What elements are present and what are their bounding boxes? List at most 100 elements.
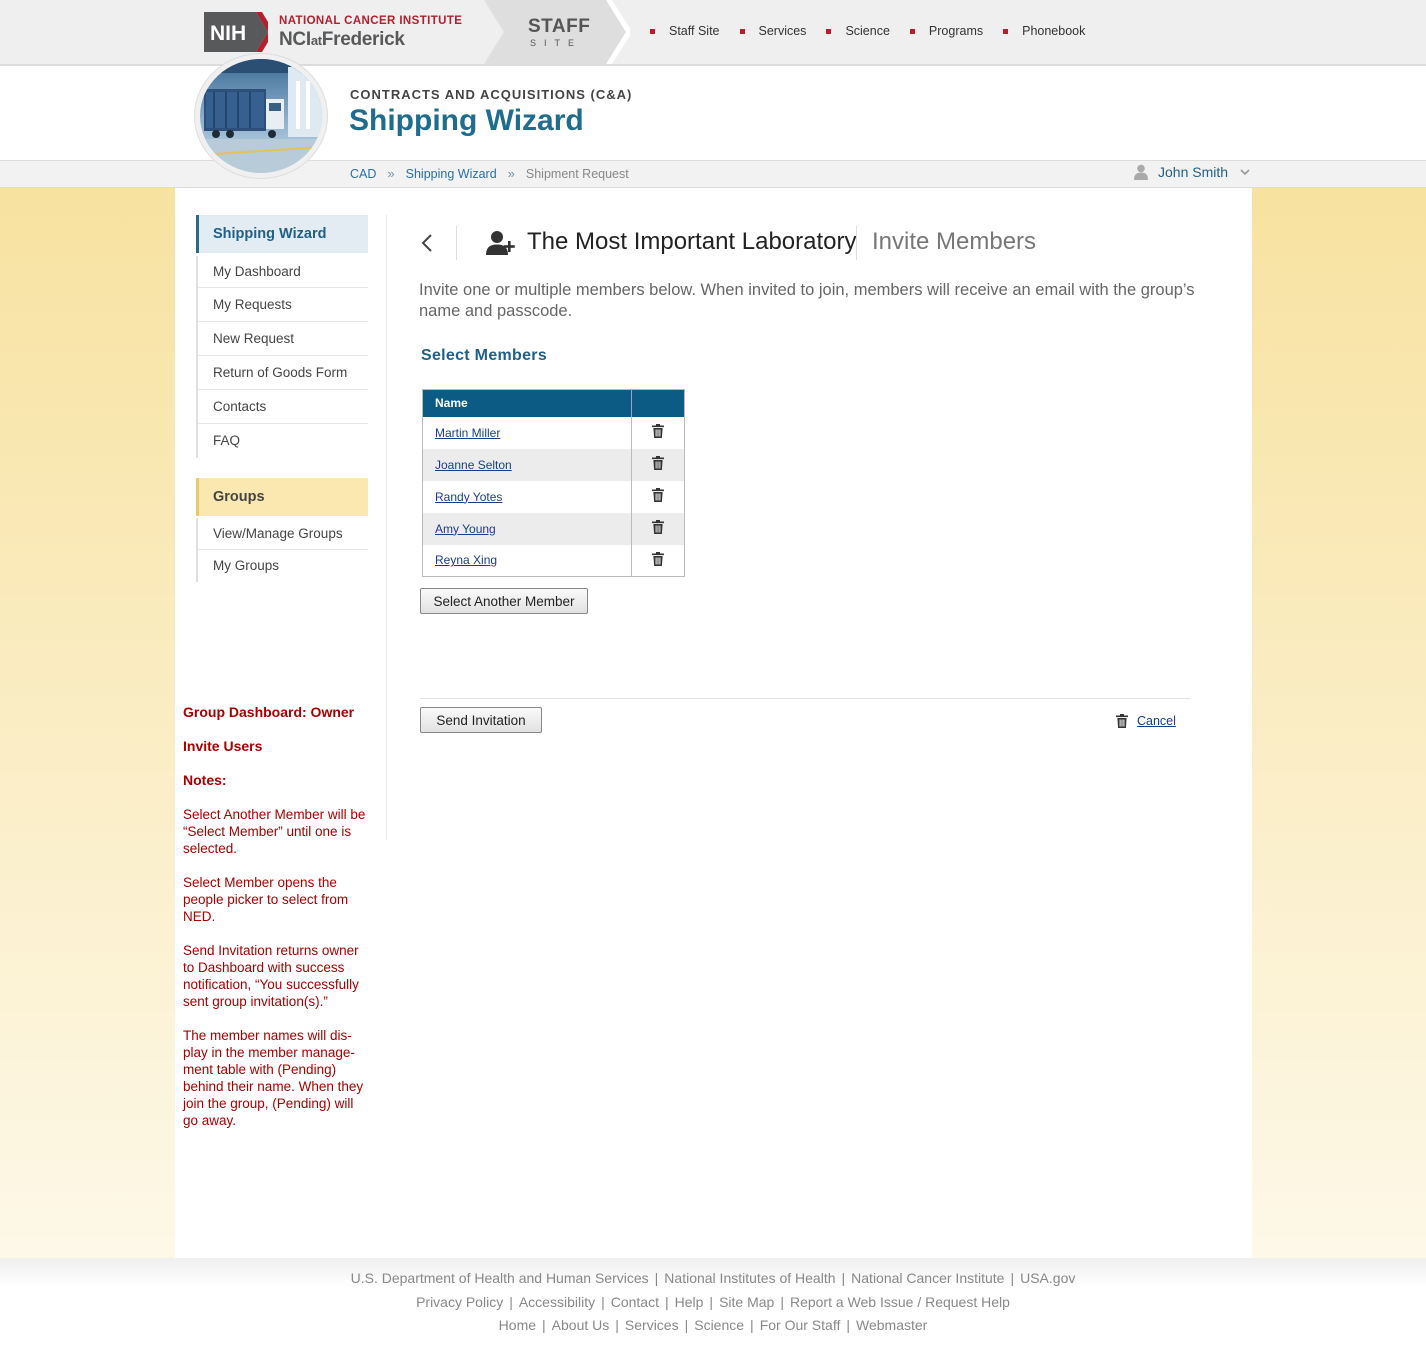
nav-services[interactable]: Services [739,24,806,38]
member-link[interactable]: Joanne Selton [435,458,512,472]
footer-link-usagov[interactable]: USA.gov [1020,1270,1075,1286]
sidebar-shipping-list: My Dashboard My Requests New Request Ret… [196,256,368,458]
nih-logo[interactable]: NIH [204,12,268,52]
footer-link-home[interactable]: Home [499,1317,536,1333]
group-name: The Most Important Laboratory [527,228,857,255]
footer-row-agencies: U.S. Department of Health and Human Serv… [0,1270,1426,1286]
member-link[interactable]: Amy Young [435,522,496,536]
member-cell: Reyna Xing [422,544,632,577]
header-warehouse-image [195,54,327,178]
table-row: Joanne Selton [422,448,685,481]
site-label: SITE [530,38,583,48]
footer-link-nih[interactable]: National Institutes of Health [664,1270,835,1286]
sidebar-groups-list: View/Manage Groups My Groups [196,518,368,582]
footer-separator: | [841,1270,846,1286]
note-paragraph: Select Member opens the people picker to… [183,875,349,924]
trash-icon[interactable] [652,551,664,566]
member-link[interactable]: Randy Yotes [435,490,502,504]
sidebar-item-return-of-goods[interactable]: Return of Goods Form [198,356,368,390]
table-row: Amy Young [422,512,685,545]
footer-link-help[interactable]: Help [675,1294,704,1310]
footer-separator: | [542,1317,546,1333]
footer-link-services[interactable]: Services [625,1317,679,1333]
member-link[interactable]: Martin Miller [435,426,500,440]
bullet-icon [826,28,832,34]
back-arrow-icon[interactable] [418,232,438,254]
sidebar-item-contacts[interactable]: Contacts [198,390,368,424]
footer-separator: | [601,1294,605,1310]
add-user-icon [486,231,515,255]
footer-row-policies: Privacy Policy | Accessibility | Contact | Hel… [0,1294,1426,1310]
footer-separator: | [654,1270,659,1286]
nci-frederick-name: NCIatFrederick [279,29,405,50]
footer-link-report-issue[interactable]: Report a Web Issue / Request Help [790,1294,1010,1310]
svg-text:NIH: NIH [210,22,246,45]
footer-link-for-our-staff[interactable]: For Our Staff [760,1317,841,1333]
sidebar-item-faq[interactable]: FAQ [198,424,368,458]
member-cell: Amy Young [422,512,632,545]
footer-link-accessibility[interactable]: Accessibility [519,1294,595,1310]
note-paragraph: Select Another Member will be “Select Me… [183,807,366,856]
column-header-actions [631,389,685,417]
trash-icon[interactable] [652,488,664,502]
breadcrumb-separator: » [387,166,395,181]
bullet-icon [1003,28,1009,34]
footer-separator: | [664,1294,669,1310]
sidebar-item-my-requests[interactable]: My Requests [198,288,368,322]
annotation-notes: Group Dashboard: Owner Invite Users Note… [183,704,371,1146]
sidebar-item-view-manage-groups[interactable]: View/Manage Groups [198,518,368,550]
column-header-name: Name [422,389,632,417]
notes-heading-notes: Notes: [183,772,227,788]
table-row: Randy Yotes [422,480,685,513]
cancel-action: Cancel [1116,714,1176,728]
footer-link-hhs[interactable]: U.S. Department of Health and Human Serv… [351,1270,649,1286]
user-name: John Smith [1158,164,1229,180]
nav-phonebook[interactable]: Phonebook [1003,24,1085,38]
title-divider [856,226,857,260]
breadcrumb-current: Shipment Request [525,166,629,181]
nav-programs[interactable]: Programs [909,24,983,38]
member-link[interactable]: Reyna Xing [435,553,497,567]
sidebar-heading-groups[interactable]: Groups [196,478,368,516]
action-cell [631,480,685,513]
table-row: Reyna Xing [422,544,685,577]
bullet-icon [909,28,915,34]
footer-link-science[interactable]: Science [694,1317,744,1333]
footer-link-nci[interactable]: National Cancer Institute [851,1270,1004,1286]
user-menu[interactable]: John Smith [1134,164,1250,180]
footer-separator: | [615,1317,619,1333]
trash-icon[interactable] [652,456,664,470]
members-table: Name Martin Miller Joanne Selton Randy Y… [422,389,685,577]
cancel-link[interactable]: Cancel [1137,714,1176,728]
footer-link-contact[interactable]: Contact [611,1294,659,1310]
footer-separator: | [846,1317,850,1333]
footer-link-about[interactable]: About Us [552,1317,610,1333]
top-navigation: Staff Site Services Science Programs Pho… [650,24,1105,38]
footer-link-sitemap[interactable]: Site Map [719,1294,774,1310]
footer-link-webmaster[interactable]: Webmaster [856,1317,927,1333]
footer-separator: | [750,1317,754,1333]
trash-icon[interactable] [652,424,664,438]
sidebar-item-my-groups[interactable]: My Groups [198,550,368,582]
sidebar-item-my-dashboard[interactable]: My Dashboard [198,256,368,288]
footer-link-privacy[interactable]: Privacy Policy [416,1294,503,1310]
staff-label: STAFF [528,16,591,37]
sidebar-heading-shipping-wizard[interactable]: Shipping Wizard [196,215,368,253]
nav-science[interactable]: Science [826,24,890,38]
member-cell: Randy Yotes [422,480,632,513]
chevron-down-icon [1240,168,1250,175]
select-another-member-button[interactable]: Select Another Member [420,588,588,614]
footer-separator: | [709,1294,714,1310]
breadcrumb-shipping-wizard[interactable]: Shipping Wizard [406,167,497,181]
sidebar-item-new-request[interactable]: New Request [198,322,368,356]
trash-icon[interactable] [652,520,664,534]
send-invitation-button[interactable]: Send Invitation [420,707,542,733]
note-paragraph: Send Invitation returns owner to Dashboa… [183,943,359,1009]
action-cell [631,448,685,481]
footer-separator: | [509,1294,513,1310]
breadcrumb-cad[interactable]: CAD [350,167,376,181]
note-paragraph: The member names will dis-play in the me… [183,1028,364,1128]
intro-text: Invite one or multiple members below. Wh… [419,281,1195,320]
form-divider [420,698,1190,699]
nav-staff-site[interactable]: Staff Site [650,24,720,38]
